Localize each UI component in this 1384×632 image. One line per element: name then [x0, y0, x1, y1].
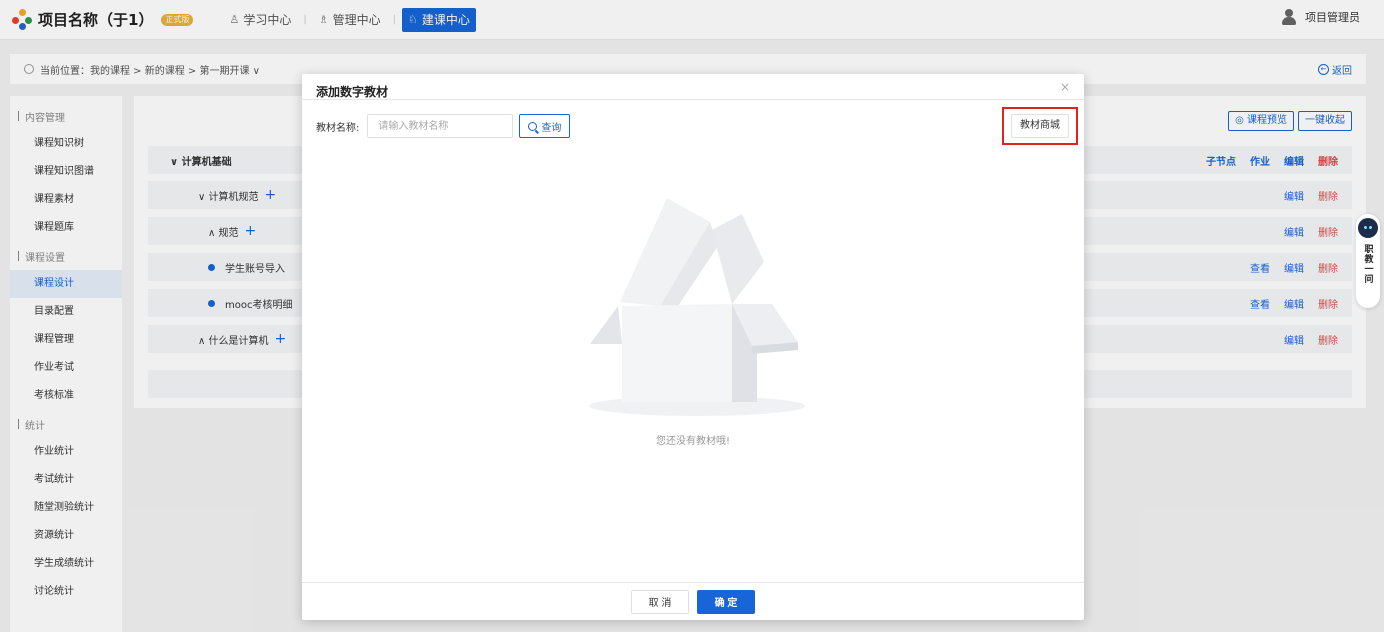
- empty-state-text: 您还没有教材哦!: [655, 436, 730, 447]
- dialog-footer: 取 消 确 定: [302, 582, 1084, 620]
- search-label: 教材名称:: [316, 122, 360, 134]
- search-button-label: 查询: [541, 122, 562, 134]
- highlight-box: 教材商城: [1002, 107, 1078, 145]
- empty-box-illustration: [589, 198, 805, 416]
- textbook-name-input[interactable]: [367, 114, 514, 138]
- search-icon: [528, 121, 538, 131]
- textbook-mall-button[interactable]: 教材商城: [1011, 114, 1069, 138]
- search-button[interactable]: 查询: [519, 114, 571, 138]
- ai-assistant-label: 职教一问: [1362, 244, 1373, 284]
- close-icon[interactable]: ×: [1060, 80, 1070, 94]
- robot-icon: [1358, 218, 1378, 238]
- search-row: 教材名称: 查询: [316, 114, 571, 138]
- add-digital-textbook-dialog: 添加数字教材 × 教材名称: 查询 教材商城 您还没有教材哦! 取 消 确 定: [302, 74, 1084, 620]
- ai-assistant-float[interactable]: 职教一问: [1356, 214, 1380, 308]
- dialog-header: 添加数字教材 ×: [302, 74, 1084, 100]
- cancel-button[interactable]: 取 消: [631, 589, 689, 614]
- dialog-title: 添加数字教材: [316, 85, 389, 99]
- confirm-button[interactable]: 确 定: [697, 589, 755, 614]
